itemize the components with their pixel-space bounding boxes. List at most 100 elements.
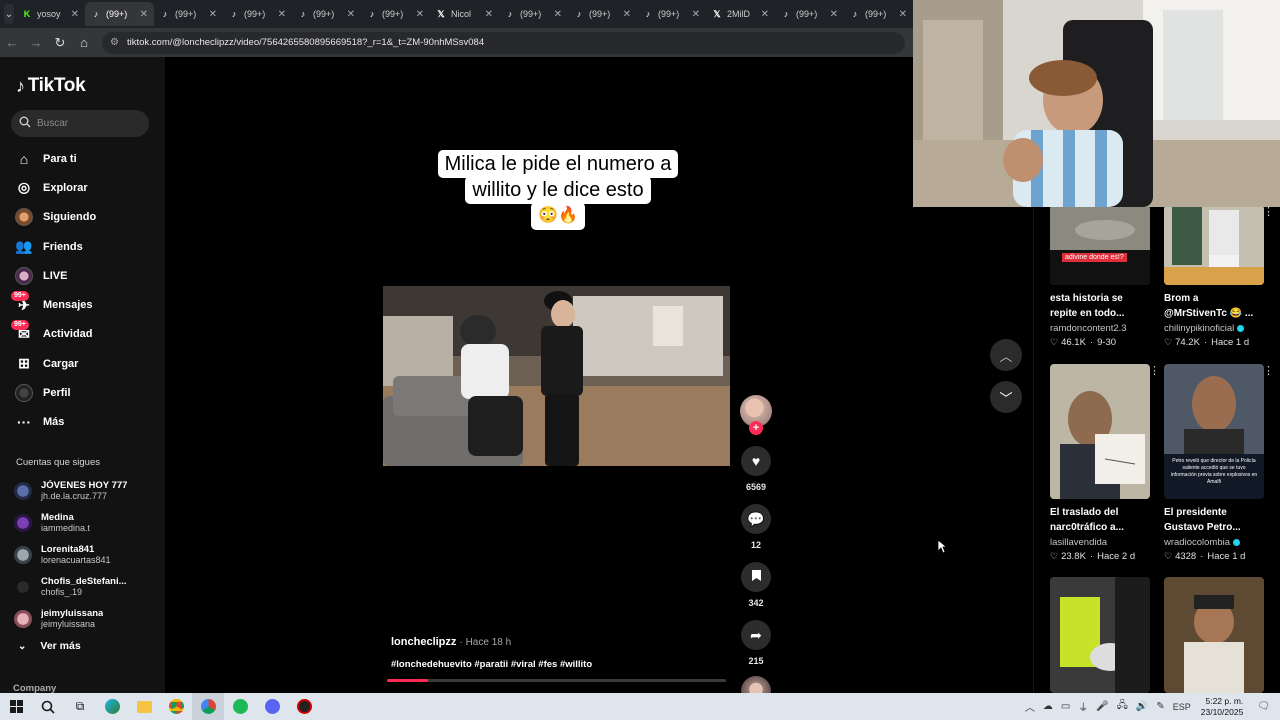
browser-tab[interactable]: Kyosoy ✕ <box>16 2 85 26</box>
more-options-icon[interactable]: ⋮ <box>1149 364 1160 377</box>
related-video-card[interactable]: El traslado del narc0tráfico a... lasill… <box>1050 364 1160 562</box>
browser-tab[interactable]: 𝕏 2MilD ✕ <box>706 2 775 26</box>
reload-button[interactable]: ↻ <box>48 35 72 51</box>
video-hashtags[interactable]: #lonchedehuevito #paratii #viral #fes #w… <box>391 659 592 670</box>
close-tab-icon[interactable]: ✕ <box>899 9 907 20</box>
video-thumbnail[interactable] <box>1164 205 1264 285</box>
nav-item-mensajes[interactable]: ✈ 99+ Mensajes <box>11 290 154 319</box>
chrome-icon[interactable] <box>160 693 192 720</box>
show-hidden-icons-icon[interactable]: ︿ <box>1025 699 1035 714</box>
related-video-card[interactable]: Brom a @MrStivenTc 😂 ... chilinypikinofi… <box>1164 205 1274 348</box>
browser-tab[interactable]: ♪ (99+) ✕ <box>499 2 568 26</box>
browser-tab[interactable]: ♪ (99+) ✕ <box>637 2 706 26</box>
address-bar[interactable]: ⚙ tiktok.com/@loncheclipzz/video/7564265… <box>102 31 905 54</box>
nav-item-perfil[interactable]: Perfil <box>14 378 154 407</box>
nav-item-más[interactable]: ··· Más <box>14 408 154 437</box>
more-options-icon[interactable]: ⋮ <box>1263 364 1274 377</box>
related-video-card[interactable]: adivine donde es!? esta historia se repi… <box>1050 205 1150 348</box>
close-tab-icon[interactable]: ✕ <box>278 9 286 20</box>
video-author[interactable]: lasillavendida <box>1050 536 1150 549</box>
tab-search-button[interactable]: ⌄ <box>4 4 14 24</box>
video-thumbnail[interactable]: Petro reveló que director de la Policía … <box>1164 364 1264 499</box>
browser-tab[interactable]: ♪ (99+) ✕ <box>85 2 154 26</box>
file-explorer-icon[interactable] <box>128 693 160 720</box>
close-tab-icon[interactable]: ✕ <box>347 9 355 20</box>
nav-item-para-ti[interactable]: ⌂ Para ti <box>14 144 154 173</box>
task-view-icon[interactable]: ⧉ <box>64 693 96 720</box>
clock[interactable]: 5:22 p. m. 23/10/2025 <box>1201 696 1244 718</box>
video-thumbnail[interactable] <box>1050 577 1150 693</box>
video-author[interactable]: wradiocolombia <box>1164 536 1264 549</box>
browser-tab[interactable]: ♪ (99+) ✕ <box>844 2 913 26</box>
author-link[interactable]: loncheclipzz <box>391 636 456 648</box>
obs-icon[interactable] <box>288 693 320 720</box>
pen-icon[interactable]: ✎ <box>1156 701 1164 712</box>
comment-button[interactable]: 💬 <box>741 504 771 534</box>
network-icon[interactable]: 🖧 <box>1117 698 1128 715</box>
video-title[interactable]: esta historia se repite en todo... <box>1050 291 1150 321</box>
creator-avatar[interactable]: + <box>740 395 772 435</box>
forward-button[interactable]: → <box>24 35 48 50</box>
video-thumbnail[interactable]: adivine donde es!? <box>1050 205 1150 285</box>
nav-item-cargar[interactable]: ⊞ Cargar <box>14 349 154 378</box>
nav-item-actividad[interactable]: ✉ 99+ Actividad <box>11 320 154 349</box>
display-icon[interactable]: ▭ <box>1061 701 1070 712</box>
video-author[interactable]: ramdoncontent2.3 <box>1050 322 1150 335</box>
nav-item-siguiendo[interactable]: Siguiendo <box>14 203 154 232</box>
video-thumbnail[interactable] <box>1050 364 1150 499</box>
previous-video-button[interactable]: ︿ <box>990 339 1022 371</box>
followed-account[interactable]: Chofis_deStefani... chofis_.19 <box>14 571 159 603</box>
related-video-card[interactable] <box>1050 577 1150 693</box>
discord-icon[interactable] <box>256 693 288 720</box>
share-button[interactable]: ➦ <box>741 620 771 650</box>
language-indicator[interactable]: ESP <box>1173 702 1191 712</box>
usb-icon[interactable]: ⏚ <box>1078 699 1088 714</box>
browser-tab[interactable]: ♪ (99+) ✕ <box>775 2 844 26</box>
close-tab-icon[interactable]: ✕ <box>71 9 79 20</box>
chrome-active-icon[interactable] <box>192 693 224 720</box>
browser-tab[interactable]: ♪ (99+) ✕ <box>154 2 223 26</box>
nav-item-live[interactable]: LIVE <box>14 261 154 290</box>
nav-item-explorar[interactable]: ◎ Explorar <box>14 173 154 202</box>
nav-item-friends[interactable]: 👥 Friends <box>14 232 154 261</box>
search-box[interactable] <box>11 110 149 137</box>
close-tab-icon[interactable]: ✕ <box>692 9 700 20</box>
followed-account[interactable]: Medina iammedina.t <box>14 507 159 539</box>
save-button[interactable] <box>741 562 771 592</box>
browser-tab[interactable]: 𝕏 Nicol ✕ <box>430 2 499 26</box>
video-thumbnail[interactable] <box>1164 577 1264 693</box>
close-tab-icon[interactable]: ✕ <box>761 9 769 20</box>
follow-plus-icon[interactable]: + <box>749 421 763 435</box>
close-tab-icon[interactable]: ✕ <box>554 9 562 20</box>
next-video-button[interactable]: ﹀ <box>990 381 1022 413</box>
video-title[interactable]: Brom a @MrStivenTc 😂 ... <box>1164 291 1264 321</box>
spotify-icon[interactable] <box>224 693 256 720</box>
tiktok-logo[interactable]: ♪ TikTok <box>16 75 86 97</box>
browser-tab[interactable]: ♪ (99+) ✕ <box>292 2 361 26</box>
followed-account[interactable]: JÓVENES HOY 777 jh.de.la.cruz.777 <box>14 475 159 507</box>
see-more-button[interactable]: ⌄ Ver más <box>18 640 81 652</box>
video-progress-bar[interactable] <box>387 679 726 682</box>
video-title[interactable]: El traslado del narc0tráfico a... <box>1050 505 1150 535</box>
volume-icon[interactable]: 🔊 <box>1136 701 1148 712</box>
related-video-card[interactable] <box>1164 577 1264 693</box>
close-tab-icon[interactable]: ✕ <box>485 9 493 20</box>
start-button[interactable] <box>0 693 32 720</box>
search-input[interactable] <box>37 118 137 129</box>
followed-account[interactable]: Lorenita841 lorenacuartas841 <box>14 539 159 571</box>
video-author[interactable]: chilinypikinoficial <box>1164 322 1264 335</box>
browser-tab[interactable]: ♪ (99+) ✕ <box>361 2 430 26</box>
browser-tab[interactable]: ♪ (99+) ✕ <box>568 2 637 26</box>
browser-tab[interactable]: ♪ (99+) ✕ <box>223 2 292 26</box>
microphone-icon[interactable]: 🎤 <box>1096 701 1108 712</box>
search-icon[interactable] <box>32 693 64 720</box>
close-tab-icon[interactable]: ✕ <box>623 9 631 20</box>
close-tab-icon[interactable]: ✕ <box>209 9 217 20</box>
edge-icon[interactable] <box>96 693 128 720</box>
home-button[interactable]: ⌂ <box>72 35 96 50</box>
video-player[interactable] <box>383 286 730 466</box>
site-info-icon[interactable]: ⚙ <box>110 37 119 48</box>
notifications-icon[interactable]: 🗨 <box>1257 701 1270 712</box>
close-tab-icon[interactable]: ✕ <box>830 9 838 20</box>
like-button[interactable]: ♥ <box>741 446 771 476</box>
